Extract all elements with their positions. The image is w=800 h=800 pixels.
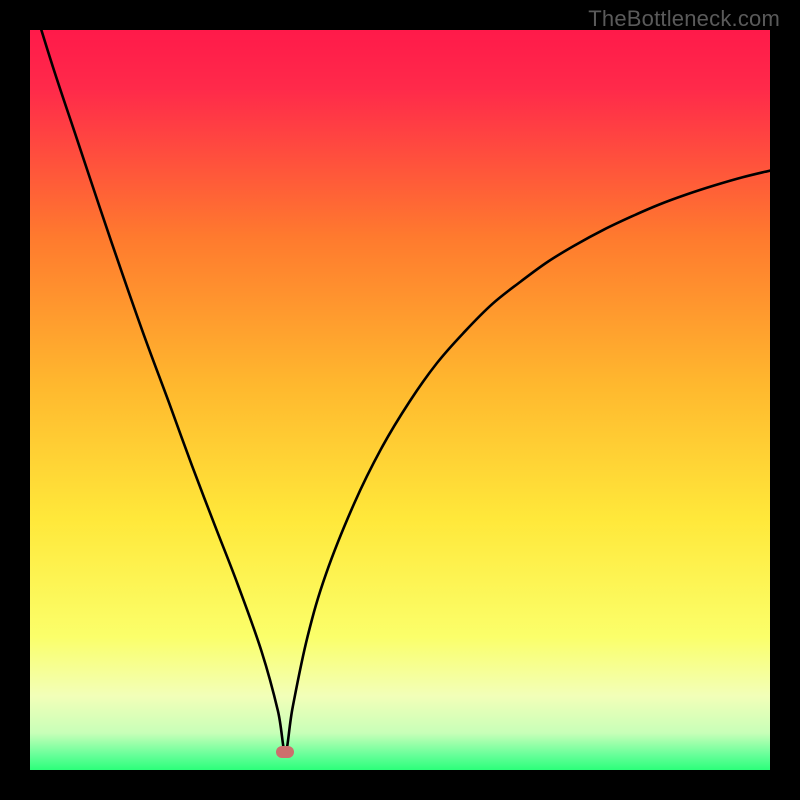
watermark-text: TheBottleneck.com xyxy=(588,6,780,32)
gradient-background-svg xyxy=(30,30,770,770)
optimum-marker xyxy=(276,746,294,758)
bottleneck-curve xyxy=(30,30,770,752)
plot-area xyxy=(30,30,770,770)
chart-frame: TheBottleneck.com xyxy=(0,0,800,800)
